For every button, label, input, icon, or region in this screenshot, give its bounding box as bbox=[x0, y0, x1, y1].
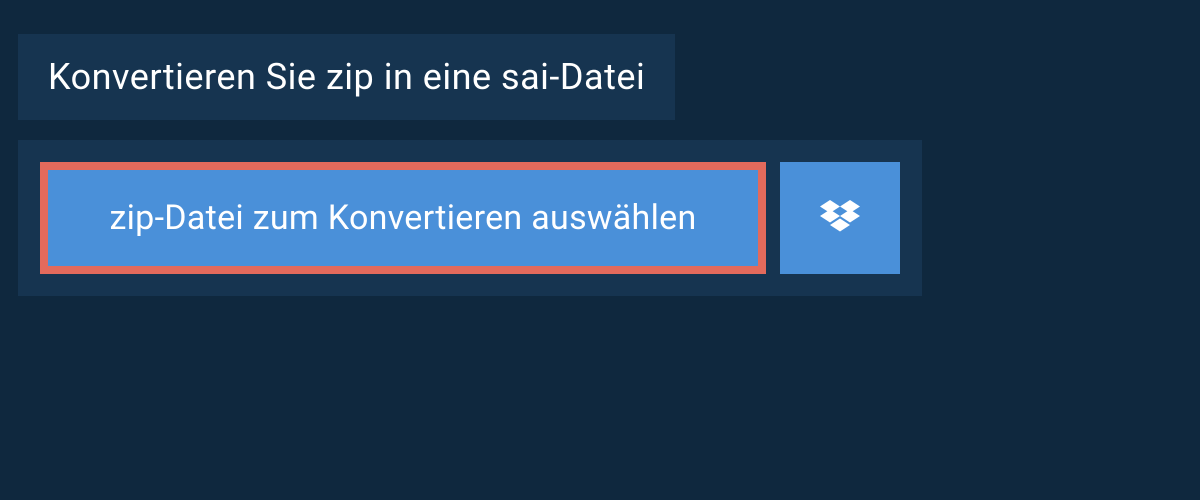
select-file-label: zip-Datei zum Konvertieren auswählen bbox=[109, 198, 696, 238]
page-title: Konvertieren Sie zip in eine sai-Datei bbox=[48, 56, 645, 98]
action-panel: zip-Datei zum Konvertieren auswählen bbox=[18, 140, 922, 296]
header-bar: Konvertieren Sie zip in eine sai-Datei bbox=[18, 34, 675, 120]
converter-widget: Konvertieren Sie zip in eine sai-Datei z… bbox=[0, 0, 1200, 296]
dropbox-icon bbox=[820, 200, 860, 236]
select-file-button[interactable]: zip-Datei zum Konvertieren auswählen bbox=[40, 162, 766, 274]
dropbox-button[interactable] bbox=[780, 162, 900, 274]
